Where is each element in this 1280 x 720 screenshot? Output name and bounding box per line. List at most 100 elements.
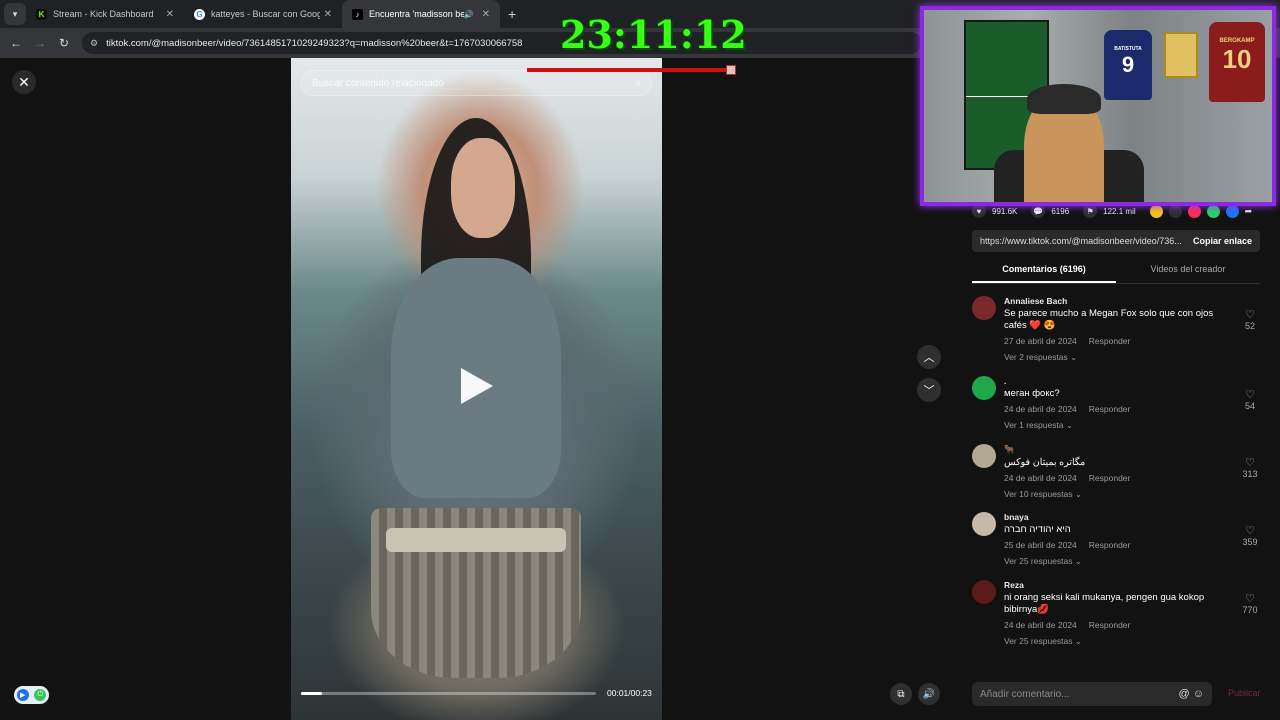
comment-meta: 24 de abril de 2024 Responder (1004, 404, 1234, 414)
play-icon[interactable] (461, 368, 493, 404)
send-icon[interactable] (1187, 204, 1201, 218)
related-search-placeholder: Buscar contenido relacionado (312, 77, 444, 89)
avatar[interactable] (972, 296, 996, 320)
tiktok-favicon-icon: ♪ (352, 8, 363, 20)
comment-author[interactable]: Annaliese Bach (1004, 296, 1234, 306)
reload-icon[interactable]: ↻ (52, 36, 76, 50)
chevron-down-icon: ⌄ (1070, 352, 1078, 362)
volume-button[interactable]: 🔊 (918, 683, 940, 705)
back-arrow-icon[interactable]: ← (4, 36, 28, 50)
view-replies-button[interactable]: Ver 25 respuestas ⌄ (1004, 636, 1234, 647)
framed-jersey-batistuta: BATISTUTA 9 (1104, 30, 1152, 100)
speaker-icon[interactable]: 🔊 (464, 10, 474, 19)
comment-item: . меган фокс? 24 de abril de 2024 Respond… (972, 376, 1262, 434)
comment-stat[interactable]: 💬 6196 (1031, 204, 1069, 218)
related-search-input[interactable]: Buscar contenido relacionado ⌕ (301, 70, 652, 96)
add-comment-input[interactable]: Añadir comentario... @ ☺ (972, 682, 1212, 706)
facebook-icon[interactable] (1225, 204, 1239, 218)
video-player[interactable]: Buscar contenido relacionado ⌕ 00:01/00:… (291, 58, 662, 720)
reply-button[interactable]: Responder (1089, 336, 1131, 346)
browser-extension-badge[interactable]: ▶ ⏻ (14, 686, 49, 704)
comment-author[interactable]: . (1004, 376, 1234, 386)
comment-like-count: 313 (1242, 469, 1258, 479)
tab-close-icon[interactable]: ✕ (166, 9, 174, 20)
close-viewer-button[interactable]: ✕ (12, 70, 36, 94)
avatar[interactable] (972, 512, 996, 536)
repost-icon[interactable] (1149, 204, 1163, 218)
close-icon: ✕ (18, 73, 30, 90)
tab-kick-dashboard[interactable]: K Stream - Kick Dashboard ✕ (26, 0, 184, 28)
reply-button[interactable]: Responder (1089, 540, 1131, 550)
comment-meta: 27 de abril de 2024 Responder (1004, 336, 1234, 346)
comment-like-button[interactable]: ♡ 313 (1238, 456, 1262, 479)
tab-close-icon[interactable]: ✕ (324, 9, 332, 20)
comment-like-count: 770 (1242, 605, 1258, 615)
tab-comments[interactable]: Comentarios (6196) (972, 258, 1116, 283)
avatar[interactable] (972, 444, 996, 468)
comment-like-button[interactable]: ♡ 359 (1238, 524, 1262, 547)
view-replies-button[interactable]: Ver 1 respuesta ⌄ (1004, 420, 1234, 431)
tab-title: Stream - Kick Dashboard (53, 9, 154, 19)
comment-like-button[interactable]: ♡ 54 (1238, 388, 1262, 411)
comment-author[interactable]: Reza (1004, 580, 1234, 590)
video-progress-fill (301, 692, 322, 695)
comment-like-button[interactable]: ♡ 52 (1238, 308, 1262, 331)
jersey-number: 9 (1121, 52, 1135, 77)
reply-button[interactable]: Responder (1089, 404, 1131, 414)
previous-video-button[interactable]: ︿ (917, 345, 941, 369)
save-count: 122.1 mil (1103, 206, 1136, 216)
tab-google-search[interactable]: G katteyes - Buscar con Google ✕ (184, 0, 342, 28)
forward-arrow-icon[interactable]: → (28, 36, 52, 50)
overlay-red-bar-end (726, 65, 736, 75)
heart-icon: ♡ (1245, 457, 1255, 469)
extension-play-icon: ▶ (16, 689, 29, 701)
next-video-button[interactable]: ﹀ (917, 378, 941, 402)
view-replies-button[interactable]: Ver 2 respuestas ⌄ (1004, 352, 1234, 363)
comment-body: Annaliese Bach Se parece mucho a Megan F… (1004, 296, 1234, 363)
comment-author[interactable]: 🐂 (1004, 444, 1234, 455)
url-input[interactable]: ⚙ tiktok.com/@madisonbeer/video/73614851… (82, 32, 922, 54)
framed-jersey-bergkamp: BERGKAMP 10 (1209, 22, 1265, 102)
add-comment-placeholder: Añadir comentario... (980, 688, 1070, 700)
reply-button[interactable]: Responder (1089, 473, 1131, 483)
chevron-down-icon: ⌄ (1065, 420, 1074, 430)
copy-link-button[interactable]: Copiar enlace (1185, 236, 1260, 246)
tab-creator-videos[interactable]: Videos del creador (1116, 258, 1260, 283)
tab-close-icon[interactable]: ✕ (482, 9, 490, 20)
search-icon[interactable]: ⌕ (635, 78, 641, 89)
tab-tiktok[interactable]: ♪ Encuentra 'madisson beer' 🔊 ✕ (342, 0, 500, 28)
avatar[interactable] (972, 580, 996, 604)
view-replies-label: Ver 10 respuestas (1004, 489, 1073, 499)
whatsapp-icon[interactable] (1206, 204, 1220, 218)
tab-search-button[interactable]: ▾ (4, 3, 26, 25)
avatar[interactable] (972, 376, 996, 400)
comment-author[interactable]: bnaya (1004, 512, 1234, 522)
share-arrow-icon[interactable]: ➦ (1245, 206, 1253, 217)
comment-meta: 24 de abril de 2024 Responder (1004, 620, 1234, 630)
new-tab-button[interactable]: + (508, 6, 516, 22)
mention-and-emoji-icons[interactable]: @ ☺ (1179, 688, 1204, 700)
view-replies-button[interactable]: Ver 10 respuestas ⌄ (1004, 489, 1234, 500)
comment-like-count: 54 (1244, 401, 1255, 411)
save-stat[interactable]: ⚑ 122.1 mil (1083, 204, 1136, 218)
embed-icon[interactable] (1168, 204, 1182, 218)
url-text: tiktok.com/@madisonbeer/video/7361485171… (106, 37, 523, 49)
video-progress-bar[interactable] (301, 692, 596, 695)
comment-date: 24 de abril de 2024 (1004, 404, 1077, 414)
like-stat[interactable]: ♥ 991.6K (972, 204, 1017, 218)
video-stats: ♥ 991.6K 💬 6196 ⚑ 122.1 mil ➦ (972, 204, 1252, 218)
comment-body: 🐂 مگاتره بميتان فوكس 24 de abril de 2024… (1004, 444, 1234, 500)
comment-like-button[interactable]: ♡ 770 (1238, 592, 1262, 615)
comment-body: . меган фокс? 24 de abril de 2024 Respond… (1004, 376, 1234, 431)
video-frame-belt (386, 528, 566, 552)
view-replies-button[interactable]: Ver 25 respuestas ⌄ (1004, 556, 1234, 567)
comment-body: Reza ni orang seksi kali mukanya, pengen… (1004, 580, 1234, 647)
reply-button[interactable]: Responder (1089, 620, 1131, 630)
like-count: 991.6K (992, 206, 1018, 216)
chevron-down-icon: ﹀ (923, 385, 935, 397)
publish-button[interactable]: Publicar (1228, 688, 1261, 698)
site-info-icon[interactable]: ⚙ (90, 38, 98, 49)
comment-meta: 24 de abril de 2024 Responder (1004, 473, 1234, 483)
comment-body: bnaya היא יהודיה חברה 25 de abril de 202… (1004, 512, 1234, 567)
picture-in-picture-button[interactable]: ⧉ (890, 683, 912, 705)
